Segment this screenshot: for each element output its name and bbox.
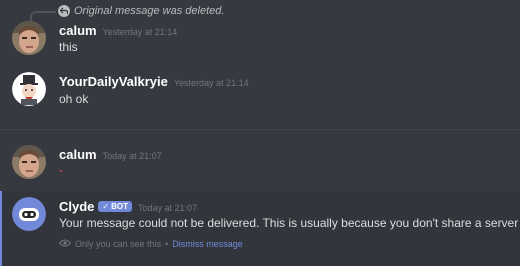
user-avatar-calum[interactable]	[12, 145, 46, 179]
clyde-highlight-bar	[0, 191, 2, 266]
message-content: -	[59, 163, 63, 177]
message-content: this	[59, 40, 78, 54]
user-avatar-calum[interactable]	[12, 21, 46, 55]
username[interactable]: YourDailyValkryie	[59, 74, 168, 89]
ephemeral-notice: Only you can see this • Dismiss message	[58, 239, 243, 249]
reply-reference[interactable]: Original message was deleted.	[58, 4, 224, 18]
username[interactable]: Clyde	[59, 199, 94, 214]
timestamp: Today at 21:07	[138, 203, 198, 213]
message-content: oh ok	[59, 92, 89, 106]
dismiss-message-link[interactable]: Dismiss message	[172, 239, 243, 249]
chat-messages-pane: Original message was deleted. calum Yest…	[0, 0, 520, 266]
bot-badge: ✓ BOT	[98, 201, 132, 212]
timestamp: Today at 21:07	[102, 151, 162, 161]
timestamp: Yesterday at 21:14	[102, 27, 178, 37]
day-divider	[0, 129, 520, 130]
reply-deleted-text: Original message was deleted.	[74, 5, 225, 17]
clyde-bot-avatar[interactable]	[12, 197, 46, 231]
eye-icon	[58, 239, 72, 249]
timestamp: Yesterday at 21:14	[173, 78, 249, 88]
visibility-text: Only you can see this	[75, 239, 162, 249]
message-content: Your message could not be delivered. Thi…	[59, 216, 520, 230]
separator-dot: •	[165, 239, 169, 249]
check-icon: ✓	[102, 202, 110, 211]
bot-badge-label: BOT	[111, 202, 128, 211]
username[interactable]: calum	[59, 23, 97, 38]
reply-icon	[58, 5, 70, 17]
user-avatar-valkyrie[interactable]	[12, 72, 46, 106]
username[interactable]: calum	[59, 147, 97, 162]
